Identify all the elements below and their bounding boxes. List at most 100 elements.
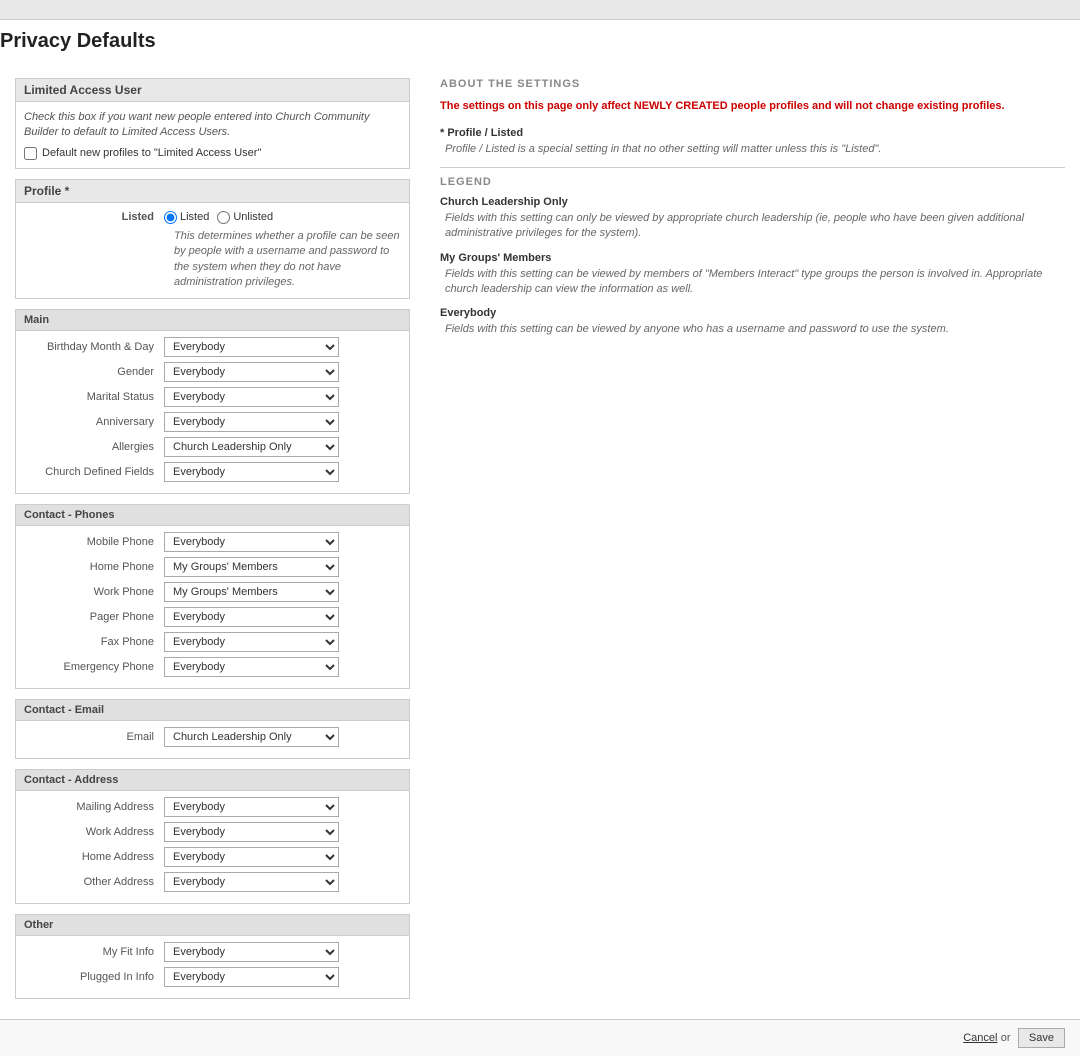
limited-access-checkbox-label: Default new profiles to "Limited Access … xyxy=(42,147,261,159)
right-panel: ABOUT THE SETTINGS The settings on this … xyxy=(410,78,1065,1009)
limited-access-section: Limited Access User Check this box if yo… xyxy=(15,78,410,169)
top-bar xyxy=(0,0,1080,20)
field-select[interactable]: EverybodyMy Groups' MembersChurch Leader… xyxy=(164,847,339,867)
field-row: Home AddressEverybodyMy Groups' MembersC… xyxy=(24,847,401,867)
field-select[interactable]: EverybodyMy Groups' MembersChurch Leader… xyxy=(164,557,339,577)
limited-access-checkbox-row[interactable]: Default new profiles to "Limited Access … xyxy=(24,147,401,160)
field-label: Pager Phone xyxy=(24,611,164,623)
save-button[interactable]: Save xyxy=(1018,1028,1065,1048)
listed-field-row: Listed Listed Unlisted xyxy=(24,211,401,224)
limited-access-description: Check this box if you want new people en… xyxy=(24,110,401,141)
field-row: Other AddressEverybodyMy Groups' Members… xyxy=(24,872,401,892)
field-row: Work AddressEverybodyMy Groups' MembersC… xyxy=(24,822,401,842)
profile-header: Profile * xyxy=(16,180,409,203)
field-row: Plugged In InfoEverybodyMy Groups' Membe… xyxy=(24,967,401,987)
field-label: Anniversary xyxy=(24,416,164,428)
field-label: Mailing Address xyxy=(24,801,164,813)
field-row: EmailEverybodyMy Groups' MembersChurch L… xyxy=(24,727,401,747)
field-select[interactable]: EverybodyMy Groups' MembersChurch Leader… xyxy=(164,437,339,457)
field-row: AnniversaryEverybodyMy Groups' MembersCh… xyxy=(24,412,401,432)
alert-text: The settings on this page only affect NE… xyxy=(440,98,1065,115)
field-select[interactable]: EverybodyMy Groups' MembersChurch Leader… xyxy=(164,532,339,552)
field-select[interactable]: EverybodyMy Groups' MembersChurch Leader… xyxy=(164,362,339,382)
footer-bar: Cancel or Save xyxy=(0,1019,1080,1056)
field-row: Home PhoneEverybodyMy Groups' MembersChu… xyxy=(24,557,401,577)
field-select[interactable]: EverybodyMy Groups' MembersChurch Leader… xyxy=(164,387,339,407)
field-select[interactable]: EverybodyMy Groups' MembersChurch Leader… xyxy=(164,607,339,627)
field-label: Allergies xyxy=(24,441,164,453)
radio-listed-label[interactable]: Listed xyxy=(164,211,209,224)
field-row: Mobile PhoneEverybodyMy Groups' MembersC… xyxy=(24,532,401,552)
field-select[interactable]: EverybodyMy Groups' MembersChurch Leader… xyxy=(164,967,339,987)
field-row: Mailing AddressEverybodyMy Groups' Membe… xyxy=(24,797,401,817)
field-row: Emergency PhoneEverybodyMy Groups' Membe… xyxy=(24,657,401,677)
legend-items: Church Leadership OnlyFields with this s… xyxy=(440,196,1065,338)
field-row: Pager PhoneEverybodyMy Groups' MembersCh… xyxy=(24,607,401,627)
field-label: Email xyxy=(24,731,164,743)
about-header: ABOUT THE SETTINGS xyxy=(440,78,1065,90)
contact-email-section: Contact - Email EmailEverybodyMy Groups'… xyxy=(15,699,410,759)
contact-address-section: Contact - Address Mailing AddressEverybo… xyxy=(15,769,410,904)
or-text: or xyxy=(1001,1032,1011,1044)
field-select[interactable]: EverybodyMy Groups' MembersChurch Leader… xyxy=(164,872,339,892)
legend-header: LEGEND xyxy=(440,167,1065,188)
field-label: Gender xyxy=(24,366,164,378)
contact-phones-section: Contact - Phones Mobile PhoneEverybodyMy… xyxy=(15,504,410,689)
field-select[interactable]: EverybodyMy Groups' MembersChurch Leader… xyxy=(164,822,339,842)
field-label: Fax Phone xyxy=(24,636,164,648)
field-label: Work Address xyxy=(24,826,164,838)
listed-label: Listed xyxy=(24,211,164,223)
main-section-header: Main xyxy=(16,310,409,331)
field-select[interactable]: EverybodyMy Groups' MembersChurch Leader… xyxy=(164,337,339,357)
limited-access-header: Limited Access User xyxy=(16,79,409,102)
field-label: Other Address xyxy=(24,876,164,888)
limited-access-checkbox[interactable] xyxy=(24,147,37,160)
cancel-button[interactable]: Cancel xyxy=(963,1032,997,1044)
field-row: Marital StatusEverybodyMy Groups' Member… xyxy=(24,387,401,407)
field-label: My Fit Info xyxy=(24,946,164,958)
field-row: My Fit InfoEverybodyMy Groups' MembersCh… xyxy=(24,942,401,962)
field-row: Church Defined FieldsEverybodyMy Groups'… xyxy=(24,462,401,482)
field-label: Marital Status xyxy=(24,391,164,403)
contact-email-body: EmailEverybodyMy Groups' MembersChurch L… xyxy=(16,721,409,758)
field-label: Church Defined Fields xyxy=(24,466,164,478)
legend-item-title: Everybody xyxy=(440,307,1065,319)
page-title: Privacy Defaults xyxy=(0,30,1080,53)
contact-address-header: Contact - Address xyxy=(16,770,409,791)
legend-item-desc: Fields with this setting can be viewed b… xyxy=(445,322,1065,337)
radio-unlisted-label[interactable]: Unlisted xyxy=(217,211,273,224)
contact-phones-header: Contact - Phones xyxy=(16,505,409,526)
other-section: Other My Fit InfoEverybodyMy Groups' Mem… xyxy=(15,914,410,999)
contact-email-header: Contact - Email xyxy=(16,700,409,721)
field-label: Home Phone xyxy=(24,561,164,573)
radio-listed[interactable] xyxy=(164,211,177,224)
profile-section: Profile * Listed Listed Unlisted xyxy=(15,179,410,300)
field-label: Plugged In Info xyxy=(24,971,164,983)
field-select[interactable]: EverybodyMy Groups' MembersChurch Leader… xyxy=(164,727,339,747)
main-section-body: Birthday Month & DayEverybodyMy Groups' … xyxy=(16,331,409,493)
field-row: Birthday Month & DayEverybodyMy Groups' … xyxy=(24,337,401,357)
field-select[interactable]: EverybodyMy Groups' MembersChurch Leader… xyxy=(164,942,339,962)
profile-listed-section: * Profile / Listed Profile / Listed is a… xyxy=(440,127,1065,157)
field-row: AllergiesEverybodyMy Groups' MembersChur… xyxy=(24,437,401,457)
legend-item-desc: Fields with this setting can be viewed b… xyxy=(445,267,1065,298)
profile-note: This determines whether a profile can be… xyxy=(174,229,401,291)
field-select[interactable]: EverybodyMy Groups' MembersChurch Leader… xyxy=(164,797,339,817)
field-select[interactable]: EverybodyMy Groups' MembersChurch Leader… xyxy=(164,412,339,432)
field-select[interactable]: EverybodyMy Groups' MembersChurch Leader… xyxy=(164,462,339,482)
radio-unlisted[interactable] xyxy=(217,211,230,224)
other-section-header: Other xyxy=(16,915,409,936)
field-select[interactable]: EverybodyMy Groups' MembersChurch Leader… xyxy=(164,632,339,652)
field-row: GenderEverybodyMy Groups' MembersChurch … xyxy=(24,362,401,382)
field-label: Mobile Phone xyxy=(24,536,164,548)
contact-address-body: Mailing AddressEverybodyMy Groups' Membe… xyxy=(16,791,409,903)
main-section: Main Birthday Month & DayEverybodyMy Gro… xyxy=(15,309,410,494)
profile-listed-note: Profile / Listed is a special setting in… xyxy=(445,142,1065,157)
listed-radio-group: Listed Unlisted xyxy=(164,211,273,224)
field-select[interactable]: EverybodyMy Groups' MembersChurch Leader… xyxy=(164,582,339,602)
field-select[interactable]: EverybodyMy Groups' MembersChurch Leader… xyxy=(164,657,339,677)
contact-phones-body: Mobile PhoneEverybodyMy Groups' MembersC… xyxy=(16,526,409,688)
field-label: Home Address xyxy=(24,851,164,863)
legend-item-desc: Fields with this setting can only be vie… xyxy=(445,211,1065,242)
field-row: Work PhoneEverybodyMy Groups' MembersChu… xyxy=(24,582,401,602)
